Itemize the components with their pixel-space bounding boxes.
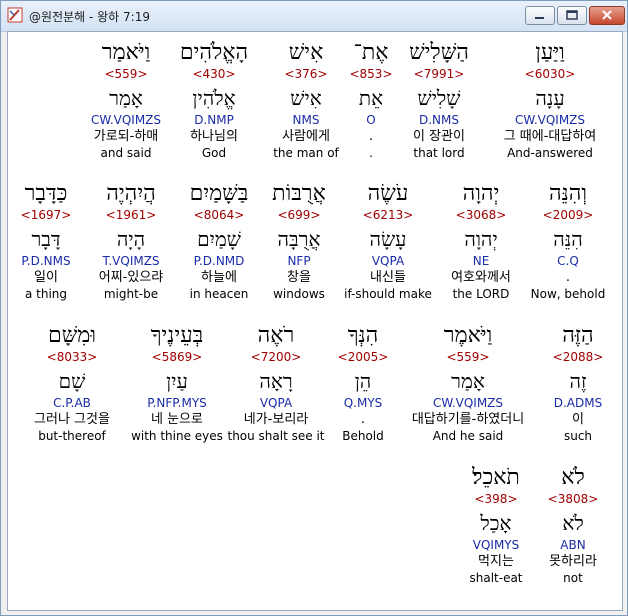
english-gloss: Now, behold — [530, 287, 606, 301]
app-window: @원전분해 - 왕하 7:19 וַיֹּאמַר <559> אָמַר CW… — [0, 0, 628, 616]
window-title: @원전분해 - 왕하 7:19 — [29, 10, 150, 24]
morphology-code: CW.VQIMZS — [514, 113, 586, 127]
word-card[interactable]: וַיֹּאמֶר <559> אָמַר CW.VQIMZS 대답하기를-하였… — [408, 323, 528, 444]
morphology-code: D.ADMS — [553, 396, 603, 410]
strong-number[interactable]: <2005> — [303, 349, 423, 365]
word-card[interactable]: וְהִנֵּה <2009> הִנֵּה C.Q . Now, behold — [508, 181, 622, 302]
hebrew-word: וּמִשָּׁם — [48, 323, 96, 348]
word-card-selected[interactable]: וַיַּעַן <6030> עָנָה CW.VQIMZS 그 때에-대답하… — [490, 40, 610, 161]
word-card[interactable]: לֹא <3808> לֹא ABN 못하리라 not — [513, 465, 622, 586]
morphology-code: Q.MYS — [343, 396, 383, 410]
word-card[interactable]: הִנְּךָ <2005> הֵן Q.MYS . Behold — [303, 323, 423, 444]
korean-gloss: . — [360, 412, 366, 427]
close-button[interactable] — [589, 6, 625, 25]
korean-gloss: 이 장관이 — [413, 129, 465, 144]
hebrew-lemma: הֵן — [354, 369, 372, 393]
english-gloss: but-thereof — [38, 429, 106, 443]
morphology-code: C.P.AB — [53, 396, 91, 410]
english-gloss: And he said — [432, 429, 504, 443]
minimize-icon — [535, 17, 544, 19]
word-card[interactable]: הַשָּׁלִישׁ <7991> שָׁלִישׁ D.NMS 이 장관이 … — [379, 40, 499, 161]
hebrew-lemma: הִנֵּה — [553, 227, 583, 251]
hebrew-lemma: זֶה — [569, 369, 587, 393]
hebrew-word: הַזֶּה — [562, 323, 594, 348]
hebrew-lemma: לֹא — [562, 511, 584, 535]
maximize-icon — [566, 10, 578, 20]
korean-gloss: 그 때에-대답하여 — [503, 129, 597, 144]
korean-gloss: 그러나 그것을 — [34, 412, 110, 427]
verse-analysis-panel: וַיֹּאמַר <559> אָמַר CW.VQIMZS 가로되-하매 a… — [7, 31, 623, 611]
strong-number[interactable]: <3808> — [513, 491, 622, 507]
hebrew-word: וְהִנֵּה — [548, 181, 588, 206]
morphology-code: CW.VQIMZS — [432, 396, 504, 410]
hebrew-lemma: שָׁם — [58, 369, 86, 393]
english-gloss: that lord — [413, 146, 465, 160]
english-gloss: not — [563, 571, 583, 585]
english-gloss: Behold — [342, 429, 384, 443]
hebrew-word: הַשָּׁלִישׁ — [409, 40, 469, 65]
word-card[interactable]: וּמִשָּׁם <8033> שָׁם C.P.AB 그러나 그것을 but… — [12, 323, 132, 444]
strong-number[interactable]: <8033> — [12, 349, 132, 365]
korean-gloss: . — [565, 270, 571, 285]
english-gloss: such — [563, 429, 593, 443]
korean-gloss: 이 — [572, 412, 584, 427]
hebrew-lemma: עָנָה — [535, 86, 565, 110]
minimize-button[interactable] — [525, 6, 555, 25]
app-icon — [7, 7, 23, 23]
strong-number[interactable]: <7991> — [379, 66, 499, 82]
korean-gloss: 못하리라 — [549, 554, 597, 569]
morphology-code: C.Q — [557, 254, 579, 268]
word-card[interactable]: הַזֶּה <2088> זֶה D.ADMS 이 such — [518, 323, 622, 444]
strong-number[interactable]: <2009> — [508, 207, 622, 223]
hebrew-word: וַיַּעַן — [535, 40, 565, 65]
morphology-code: ABN — [560, 538, 586, 552]
hebrew-lemma: אָמַר — [451, 369, 485, 393]
maximize-button[interactable] — [557, 6, 587, 25]
english-gloss: And-answered — [507, 146, 593, 160]
hebrew-word: הִנְּךָ — [347, 323, 379, 348]
strong-number[interactable]: <6030> — [490, 66, 610, 82]
title-bar[interactable]: @원전분해 - 왕하 7:19 — [1, 1, 627, 32]
strong-number[interactable]: <559> — [408, 349, 528, 365]
morphology-code: D.NMS — [418, 113, 459, 127]
hebrew-word: לֹא — [561, 465, 585, 490]
strong-number[interactable]: <2088> — [518, 349, 622, 365]
close-icon — [602, 10, 612, 20]
korean-gloss: 대답하기를-하였더니 — [411, 412, 525, 427]
hebrew-word: וַיֹּאמֶר — [443, 323, 493, 348]
hebrew-lemma: שָׁלִישׁ — [417, 86, 461, 110]
